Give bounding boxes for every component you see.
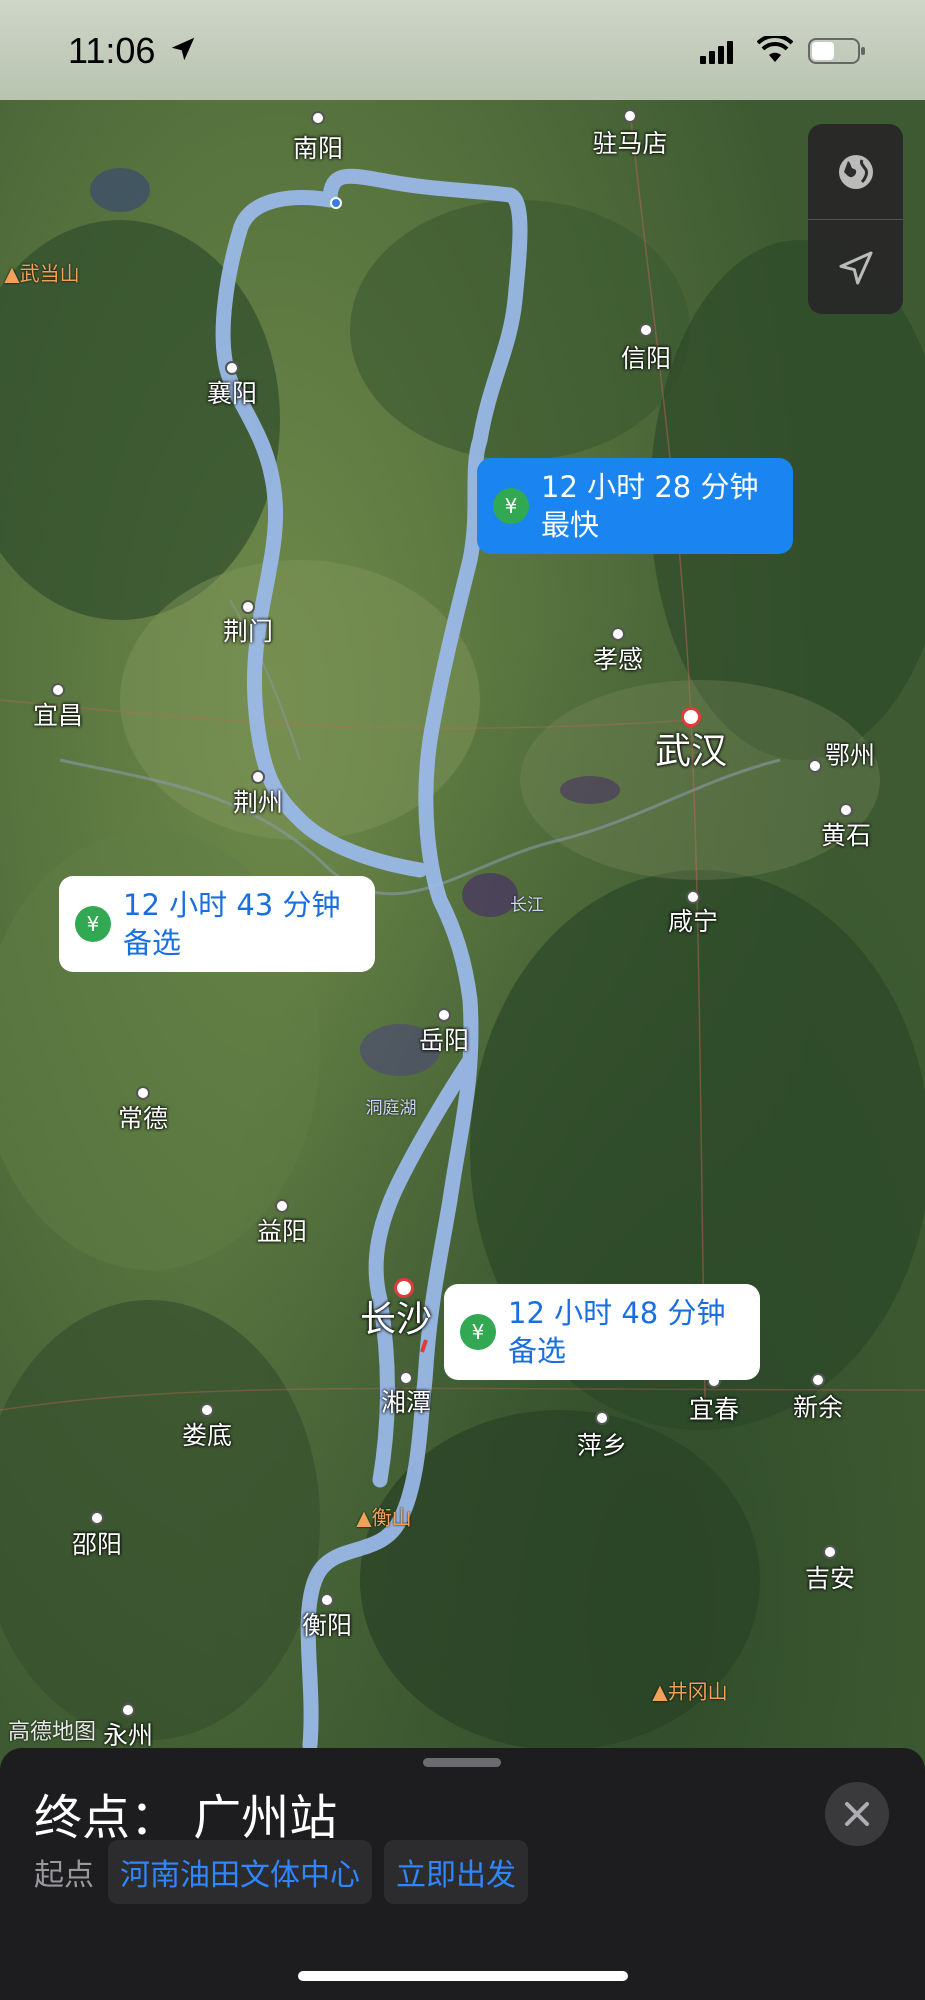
status-bar: 11:06 [0, 0, 925, 100]
battery-icon [808, 38, 865, 64]
start-row: 起点 河南油田文体中心 立即出发 [34, 1840, 540, 1904]
map-city-label[interactable]: 岳阳 [419, 1021, 469, 1057]
route-duration: 12 小时 43 分钟 [123, 888, 341, 922]
map-city-label[interactable]: 黄石 [821, 816, 871, 852]
map-city-label[interactable]: 咸宁 [668, 902, 718, 938]
close-icon [845, 1802, 869, 1826]
yen-icon: ¥ [493, 488, 529, 524]
map-city-label[interactable]: 武汉 [655, 722, 727, 774]
city-marker [811, 1373, 825, 1387]
map-city-label[interactable]: 吉安 [805, 1559, 855, 1595]
map-mode-button[interactable] [808, 124, 903, 219]
location-arrow-icon [839, 251, 872, 284]
map-city-label[interactable]: 新余 [793, 1388, 843, 1424]
wifi-icon [757, 36, 793, 62]
start-marker [330, 197, 342, 209]
city-marker [839, 803, 853, 817]
city-marker [90, 1511, 104, 1525]
city-marker [823, 1545, 837, 1559]
sheet-grabber[interactable] [423, 1758, 501, 1767]
satellite-map[interactable] [0, 0, 925, 2000]
yen-icon: ¥ [460, 1314, 496, 1350]
city-marker [437, 1008, 451, 1022]
route-callout-fastest[interactable]: ¥ 12 小时 28 分钟 最快 [477, 458, 793, 554]
status-time: 11:06 [68, 30, 156, 71]
city-marker [320, 1593, 334, 1607]
map-city-label[interactable]: 长江 [510, 891, 544, 916]
route-callout-alt-2[interactable]: ¥ 12 小时 48 分钟 备选 [444, 1284, 760, 1380]
locate-me-button[interactable] [808, 220, 903, 315]
directions-sheet: 终点： 广州站 起点 河南油田文体中心 立即出发 [0, 1748, 925, 2000]
city-marker [121, 1703, 135, 1717]
map-city-label[interactable]: 荆门 [223, 612, 273, 648]
map-city-label[interactable]: 荆州 [233, 783, 283, 819]
yen-icon: ¥ [75, 906, 111, 942]
map-city-label[interactable]: 孝感 [593, 640, 643, 676]
map-city-label[interactable]: ▲衡山 [356, 1502, 411, 1531]
map-city-label[interactable]: ▲武当山 [4, 258, 79, 287]
map-controls [808, 124, 903, 314]
map-city-label[interactable]: 南阳 [293, 129, 343, 165]
city-marker [623, 109, 637, 123]
city-marker [595, 1411, 609, 1425]
map-city-label[interactable]: 常德 [118, 1099, 168, 1135]
depart-time-button[interactable]: 立即出发 [384, 1840, 528, 1904]
map-city-label[interactable]: 宜春 [689, 1390, 739, 1426]
location-arrow-icon [171, 37, 195, 61]
map-city-label[interactable]: 衡阳 [302, 1606, 352, 1642]
map-attribution: 高德地图 [8, 1720, 97, 1745]
city-marker [136, 1086, 150, 1100]
map-city-label[interactable]: 萍乡 [577, 1426, 627, 1462]
map-city-label[interactable]: 湘潭 [381, 1383, 431, 1419]
map-city-label[interactable]: 宜昌 [33, 696, 83, 732]
route-tag: 备选 [123, 926, 182, 960]
city-marker [225, 361, 239, 375]
map-city-label[interactable]: 益阳 [257, 1212, 307, 1248]
map-city-label[interactable]: 鄂州 [825, 736, 875, 772]
route-duration: 12 小时 48 分钟 [508, 1296, 726, 1330]
city-marker [311, 111, 325, 125]
route-tag: 最快 [541, 508, 600, 542]
home-indicator [298, 1971, 628, 1981]
map-city-label[interactable]: 永州 [103, 1716, 153, 1752]
start-location-button[interactable]: 河南油田文体中心 [108, 1840, 372, 1904]
city-marker [275, 1199, 289, 1213]
route-callout-alt-1[interactable]: ¥ 12 小时 43 分钟 备选 [59, 876, 375, 972]
route-tag: 备选 [508, 1334, 567, 1368]
city-marker [808, 759, 822, 773]
map-city-label[interactable]: 长沙 [360, 1290, 432, 1342]
map-city-label[interactable]: 信阳 [621, 339, 671, 375]
city-marker [639, 323, 653, 337]
map-city-label[interactable]: ▲井冈山 [652, 1676, 727, 1705]
start-label: 起点 [34, 1858, 94, 1893]
map-city-label[interactable]: 洞庭湖 [366, 1094, 417, 1119]
destination-title: 终点： 广州站 [34, 1790, 338, 1846]
globe-icon [838, 154, 873, 189]
map-city-label[interactable]: 驻马店 [592, 124, 667, 160]
city-marker [251, 770, 265, 784]
route-duration: 12 小时 28 分钟 [541, 470, 759, 504]
map-city-label[interactable]: 娄底 [182, 1416, 232, 1452]
city-marker [611, 627, 625, 641]
city-marker [51, 683, 65, 697]
cellular-signal-icon [700, 41, 733, 64]
map-city-label[interactable]: 襄阳 [207, 374, 257, 410]
close-button[interactable] [825, 1782, 889, 1846]
city-marker [200, 1403, 214, 1417]
map-city-label[interactable]: 邵阳 [72, 1525, 122, 1561]
